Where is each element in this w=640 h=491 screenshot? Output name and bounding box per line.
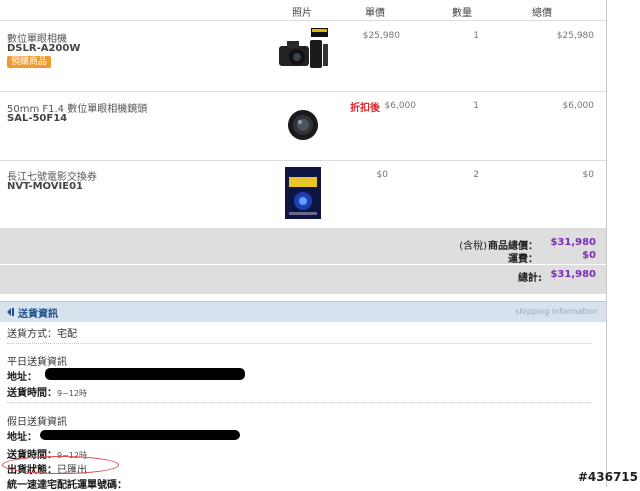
holiday-title: 假日送貨資訊 bbox=[7, 417, 67, 428]
holiday-address: 地址： bbox=[7, 432, 37, 443]
redacted-address bbox=[45, 368, 245, 380]
line-total: $6,000 bbox=[562, 101, 595, 111]
quantity: 1 bbox=[473, 101, 479, 111]
shipping-fee-label: 運費： bbox=[508, 254, 538, 265]
total-label: 總計: bbox=[518, 273, 542, 284]
section-title: 送貨資訊 bbox=[18, 309, 58, 320]
unit-price: $25,980 bbox=[362, 31, 400, 41]
unit-price: $0 bbox=[376, 170, 388, 180]
status-highlight-circle bbox=[2, 456, 119, 474]
total-value: $31,980 bbox=[550, 269, 596, 280]
discount-label: 折扣後 bbox=[350, 103, 380, 114]
tax-note: (含稅) bbox=[459, 241, 487, 252]
redacted-address bbox=[40, 430, 240, 440]
camera-lens-icon[interactable] bbox=[286, 108, 320, 142]
shipping-method: 送貨方式：宅配 bbox=[7, 329, 77, 340]
quantity: 2 bbox=[473, 170, 479, 180]
product-code: NVT-MOVIE01 bbox=[7, 181, 84, 192]
shipping-fee-value: $0 bbox=[582, 250, 596, 261]
table-row: 數位單眼相機 DSLR-A200W 預購商品 $25,980 1 $25,980 bbox=[0, 21, 606, 92]
product-code: SAL-50F14 bbox=[7, 113, 68, 124]
camera-with-lenses-icon[interactable] bbox=[277, 28, 329, 72]
tracking-number: 統一速達宅配託運單號碼： bbox=[7, 480, 127, 491]
col-total: 總價 bbox=[532, 8, 552, 19]
divider bbox=[7, 343, 591, 344]
quantity: 1 bbox=[473, 31, 479, 41]
section-title-en: shipping information bbox=[515, 307, 598, 316]
product-code: DSLR-A200W bbox=[7, 43, 81, 54]
table-row: 50mm F1.4 數位單眼相機鏡頭 SAL-50F14 折扣後 $6,000 … bbox=[0, 92, 606, 161]
weekday-title: 平日送貨資訊 bbox=[7, 357, 67, 368]
order-summary: (含稅) 商品總價： $31,980 運費： $0 總計: $31,980 bbox=[0, 229, 606, 294]
weekday-delivery-time: 送貨時間：9~12時 bbox=[7, 388, 87, 399]
line-total: $0 bbox=[582, 170, 594, 180]
unit-price: $6,000 bbox=[384, 101, 417, 111]
subtotal-value: $31,980 bbox=[550, 237, 596, 248]
order-detail-panel: 照片 單價 數量 總價 數位單眼相機 DSLR-A200W 預購商品 $25,9… bbox=[0, 0, 607, 491]
shipping-section-header: 送貨資訊 shipping information bbox=[0, 301, 606, 322]
line-total: $25,980 bbox=[556, 31, 594, 41]
watermark: #436715 bbox=[577, 470, 638, 484]
col-photo: 照片 bbox=[292, 8, 312, 19]
table-header: 照片 單價 數量 總價 bbox=[0, 0, 606, 21]
table-row: 長江七號電影交換券 NVT-MOVIE01 $0 2 $0 bbox=[0, 161, 606, 229]
col-quantity: 數量 bbox=[452, 8, 472, 19]
weekday-address: 地址： bbox=[7, 372, 37, 383]
movie-poster-icon[interactable] bbox=[285, 167, 321, 219]
summary-divider bbox=[0, 264, 606, 265]
divider bbox=[7, 402, 591, 403]
section-arrow-icon bbox=[7, 308, 14, 316]
col-unit-price: 單價 bbox=[365, 8, 385, 19]
preorder-badge: 預購商品 bbox=[7, 56, 52, 68]
